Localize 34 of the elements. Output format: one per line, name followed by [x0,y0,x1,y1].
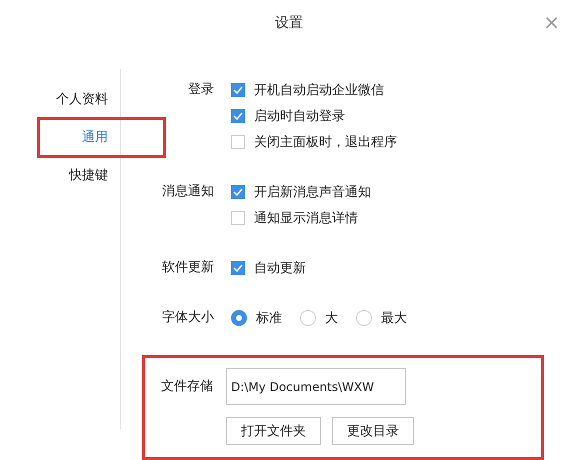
sidebar-item[interactable]: 快捷键 [69,166,108,186]
checkmark-icon [233,112,243,120]
path-field[interactable]: D:\My Documents\WXW [226,368,406,405]
checkmark-icon [233,86,243,94]
checkmark-icon [233,188,243,196]
section-label: 消息通知 [161,183,214,201]
radio-button[interactable] [356,310,372,326]
checkbox-option[interactable]: 启动时自动登录 [231,103,578,129]
sidebar-item[interactable]: 个人资料 [56,90,108,110]
section-label: 登录 [187,81,214,99]
checkbox[interactable] [231,261,245,275]
section-label: 软件更新 [161,259,214,277]
folder-button[interactable]: 更改目录 [332,417,414,445]
checkbox-option[interactable]: 关闭主面板时，退出程序 [231,129,578,155]
checkbox[interactable] [231,135,245,149]
checkmark-icon [233,264,243,272]
checkbox-option[interactable]: 开机自动启动企业微信 [231,77,578,103]
checkbox[interactable] [231,83,245,97]
radio-option[interactable]: 大 [300,305,338,331]
radio-button[interactable] [300,310,316,326]
folder-button[interactable]: 打开文件夹 [226,417,321,445]
radio-button[interactable] [231,310,247,326]
section-label: 文件存储 [160,378,213,396]
sidebar-item[interactable]: 通用 [82,128,108,148]
checkbox-option[interactable]: 通知显示消息详情 [231,205,578,231]
checkbox-option[interactable]: 自动更新 [231,255,578,281]
window-title: 设置 [275,14,303,32]
checkbox[interactable] [231,211,245,225]
section-label: 字体大小 [161,309,214,327]
radio-option[interactable]: 标准 [231,305,282,331]
checkbox[interactable] [231,109,245,123]
checkbox[interactable] [231,185,245,199]
checkbox-option[interactable]: 开启新消息声音通知 [231,179,578,205]
radio-option[interactable]: 最大 [356,305,407,331]
